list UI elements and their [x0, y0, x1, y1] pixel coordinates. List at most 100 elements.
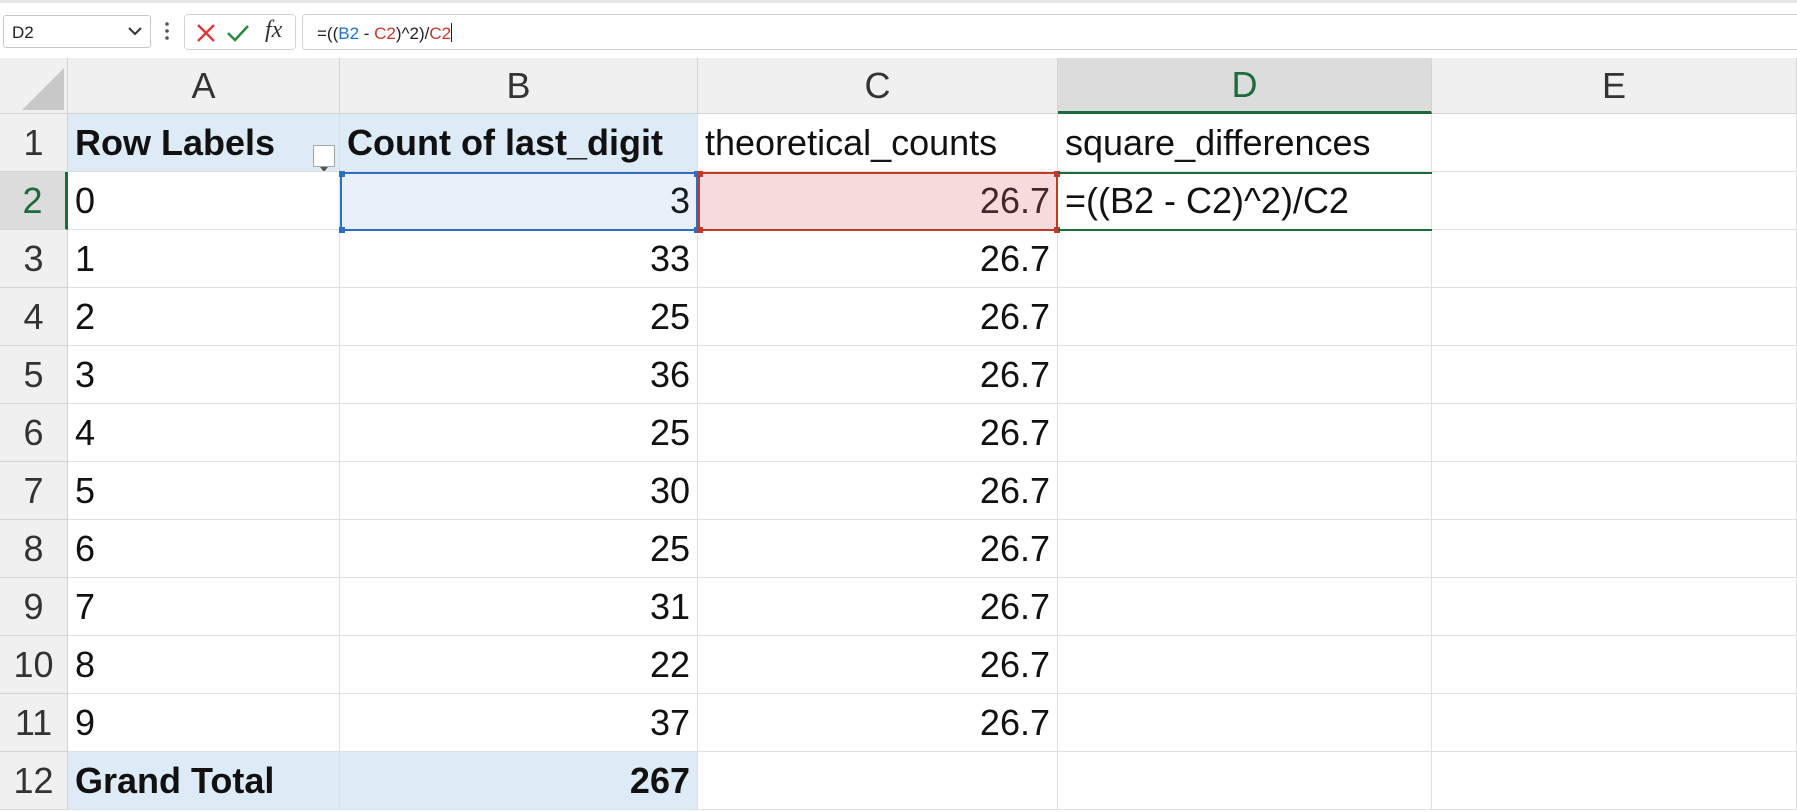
column-header-c[interactable]: C: [698, 58, 1058, 114]
cell-a11[interactable]: 9: [68, 694, 340, 752]
cell-text: 9: [75, 701, 96, 743]
cell-text: 25: [649, 295, 690, 337]
cell-d6[interactable]: [1058, 404, 1432, 462]
insert-function-icon[interactable]: fx: [265, 17, 282, 44]
cell-e7[interactable]: [1432, 462, 1797, 520]
cell-text: 267: [629, 759, 690, 801]
filter-dropdown-icon[interactable]: [313, 145, 335, 171]
select-all-corner[interactable]: [0, 58, 68, 114]
cell-d9[interactable]: [1058, 578, 1432, 636]
more-options-icon[interactable]: [162, 18, 172, 44]
chevron-down-icon[interactable]: [126, 22, 144, 40]
cell-text: 25: [649, 527, 690, 569]
editing-cell-border: [1058, 172, 1432, 231]
cell-e5[interactable]: [1432, 346, 1797, 404]
cell-a9[interactable]: 7: [68, 578, 340, 636]
cell-d5[interactable]: [1058, 346, 1432, 404]
cell-b1[interactable]: Count of last_digit: [340, 114, 698, 172]
cell-c1[interactable]: theoretical_counts: [698, 114, 1058, 172]
row-header-3[interactable]: 3: [0, 230, 68, 288]
cell-a10[interactable]: 8: [68, 636, 340, 694]
cell-c10[interactable]: 26.7: [698, 636, 1058, 694]
enter-check-icon[interactable]: [225, 20, 251, 46]
cell-d4[interactable]: [1058, 288, 1432, 346]
cell-a3[interactable]: 1: [68, 230, 340, 288]
cell-d12[interactable]: [1058, 752, 1432, 810]
cell-b10[interactable]: 22: [340, 636, 698, 694]
cell-text: 3: [75, 353, 96, 395]
cell-a12[interactable]: Grand Total: [68, 752, 340, 810]
row-header-1[interactable]: 1: [0, 114, 68, 172]
cell-text: 0: [75, 179, 96, 221]
row-header-9[interactable]: 9: [0, 578, 68, 636]
name-box[interactable]: D2: [3, 15, 151, 48]
cell-b11[interactable]: 37: [340, 694, 698, 752]
cell-text: Grand Total: [75, 759, 275, 801]
resize-handle[interactable]: [697, 171, 703, 177]
cell-e4[interactable]: [1432, 288, 1797, 346]
cell-e11[interactable]: [1432, 694, 1797, 752]
cell-c9[interactable]: 26.7: [698, 578, 1058, 636]
row-header-8[interactable]: 8: [0, 520, 68, 578]
row-header-2[interactable]: 2: [0, 172, 68, 230]
cell-c4[interactable]: 26.7: [698, 288, 1058, 346]
cell-b7[interactable]: 30: [340, 462, 698, 520]
cell-c5[interactable]: 26.7: [698, 346, 1058, 404]
row-header-12[interactable]: 12: [0, 752, 68, 810]
cell-b9[interactable]: 31: [340, 578, 698, 636]
cell-a1[interactable]: Row Labels: [68, 114, 340, 172]
cell-a5[interactable]: 3: [68, 346, 340, 404]
cell-text: square_differences: [1065, 121, 1371, 163]
row-header-10[interactable]: 10: [0, 636, 68, 694]
cell-d8[interactable]: [1058, 520, 1432, 578]
cell-text: 25: [649, 411, 690, 453]
cell-text: 26.7: [979, 237, 1050, 279]
cell-a6[interactable]: 4: [68, 404, 340, 462]
row-header-5[interactable]: 5: [0, 346, 68, 404]
cell-e1[interactable]: [1432, 114, 1797, 172]
cell-b3[interactable]: 33: [340, 230, 698, 288]
column-header-e[interactable]: E: [1432, 58, 1797, 114]
cell-c3[interactable]: 26.7: [698, 230, 1058, 288]
cell-c11[interactable]: 26.7: [698, 694, 1058, 752]
cell-a7[interactable]: 5: [68, 462, 340, 520]
cancel-icon[interactable]: [193, 20, 219, 46]
row-header-11[interactable]: 11: [0, 694, 68, 752]
cell-d7[interactable]: [1058, 462, 1432, 520]
cell-b12[interactable]: 267: [340, 752, 698, 810]
cell-text: 26.7: [979, 353, 1050, 395]
cell-d10[interactable]: [1058, 636, 1432, 694]
formula-reference: B2: [338, 24, 360, 43]
column-header-d[interactable]: D: [1058, 58, 1432, 114]
cell-e6[interactable]: [1432, 404, 1797, 462]
cell-c8[interactable]: 26.7: [698, 520, 1058, 578]
cell-a8[interactable]: 6: [68, 520, 340, 578]
cell-e12[interactable]: [1432, 752, 1797, 810]
cell-b8[interactable]: 25: [340, 520, 698, 578]
cell-b6[interactable]: 25: [340, 404, 698, 462]
cell-e2[interactable]: [1432, 172, 1797, 230]
column-header-a[interactable]: A: [68, 58, 340, 114]
row-header-7[interactable]: 7: [0, 462, 68, 520]
cell-d11[interactable]: [1058, 694, 1432, 752]
resize-handle[interactable]: [339, 227, 345, 233]
cell-a2[interactable]: 0: [68, 172, 340, 230]
cell-b4[interactable]: 25: [340, 288, 698, 346]
cell-b5[interactable]: 36: [340, 346, 698, 404]
cell-a4[interactable]: 2: [68, 288, 340, 346]
cell-d3[interactable]: [1058, 230, 1432, 288]
cell-d1[interactable]: square_differences: [1058, 114, 1432, 172]
column-header-b[interactable]: B: [340, 58, 698, 114]
cell-c12[interactable]: [698, 752, 1058, 810]
resize-handle[interactable]: [339, 171, 345, 177]
cell-e10[interactable]: [1432, 636, 1797, 694]
row-header-4[interactable]: 4: [0, 288, 68, 346]
row-header-6[interactable]: 6: [0, 404, 68, 462]
resize-handle[interactable]: [697, 227, 703, 233]
cell-e3[interactable]: [1432, 230, 1797, 288]
cell-e8[interactable]: [1432, 520, 1797, 578]
cell-c7[interactable]: 26.7: [698, 462, 1058, 520]
cell-e9[interactable]: [1432, 578, 1797, 636]
formula-input[interactable]: =((B2 - C2)^2)/C2: [302, 14, 1797, 50]
cell-c6[interactable]: 26.7: [698, 404, 1058, 462]
